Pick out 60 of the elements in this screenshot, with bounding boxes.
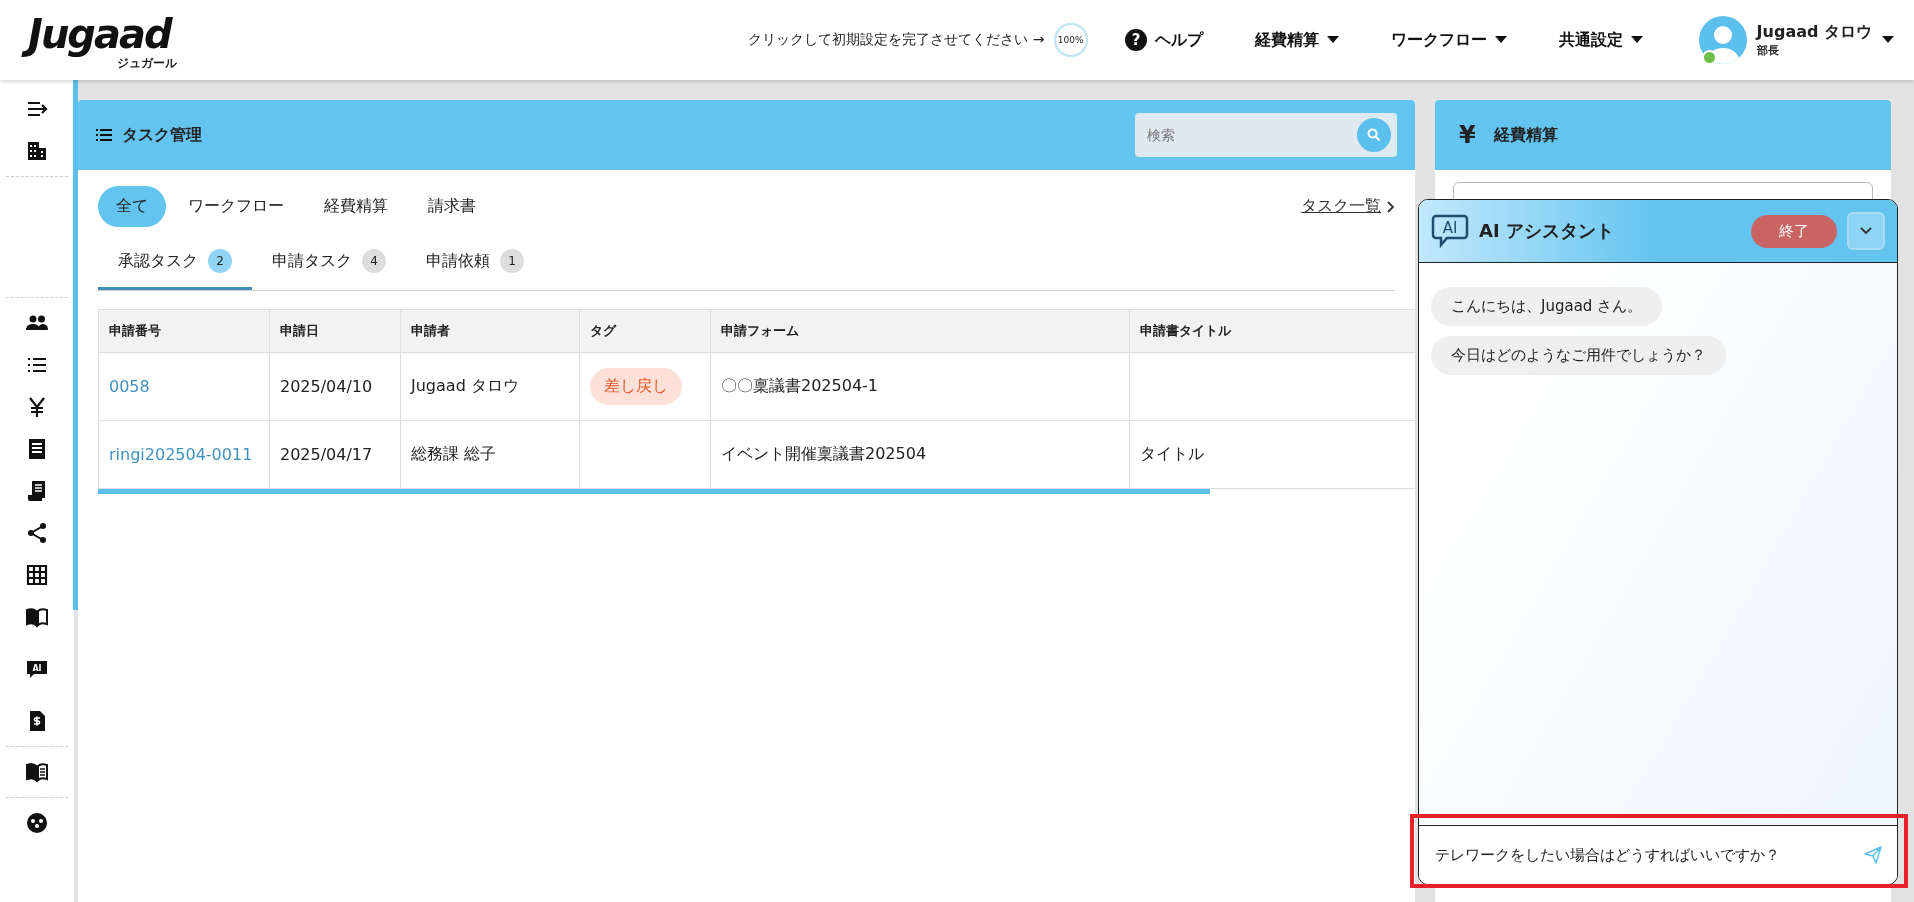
nav-menu[interactable]: 経費精算 — [1248, 28, 1345, 52]
yen-icon: ¥ — [1459, 121, 1476, 149]
nav-menu[interactable]: ワークフロー — [1384, 28, 1513, 52]
chat-title: AI アシスタント — [1479, 219, 1614, 243]
column-header: 申請書タイトル — [1129, 309, 1416, 353]
community-icon[interactable] — [25, 811, 49, 835]
task-tab[interactable]: 申請依頼 1 — [406, 237, 544, 290]
message-field[interactable]: テレワークをしたい場合はどうすればいいですか？ — [1419, 825, 1897, 884]
caret-icon — [1630, 36, 1643, 44]
table-cell: 〇〇稟議書202504-1 — [721, 376, 879, 395]
chevron-right-icon — [1387, 200, 1395, 213]
scrollbar[interactable] — [98, 489, 1210, 494]
status-tag: 差し戻し — [590, 368, 682, 405]
search-field[interactable]: 検索 — [1135, 113, 1397, 157]
logo[interactable]: Jugaad — [22, 11, 177, 56]
table-cell: タイトル — [1140, 444, 1204, 463]
search-input[interactable]: 検索 — [1145, 119, 1357, 151]
chat-message: 今日はどのようなご用件でしょうか？ — [1431, 336, 1726, 375]
column-header: 申請日 — [269, 309, 401, 353]
setup-prompt[interactable]: クリックして初期設定を完了させてください → — [748, 31, 1045, 49]
column-header: 申請番号 — [98, 309, 270, 353]
filter-tab[interactable]: 全て — [98, 186, 166, 227]
scrollbar[interactable] — [73, 80, 78, 610]
list-icon — [96, 129, 112, 141]
table-cell: イベント開催稟議書202504 — [721, 444, 927, 463]
table-cell: 2025/04/17 — [280, 445, 373, 464]
filter-tab[interactable]: 経費精算 — [306, 186, 406, 227]
task-tab[interactable]: 申請タスク 4 — [252, 237, 406, 290]
caret-icon — [1494, 36, 1507, 44]
message-input[interactable]: テレワークをしたい場合はどうすればいいですか？ — [1433, 845, 1863, 865]
share-icon[interactable] — [25, 521, 49, 545]
table-cell: 総務課 総子 — [411, 444, 497, 463]
chat-message: こんにちは、Jugaad さん。 — [1431, 287, 1663, 326]
panel-title: タスク管理 — [122, 124, 202, 146]
table-cell: Jugaad タロウ — [411, 376, 519, 395]
logo-subtitle: ジュガール — [116, 56, 177, 69]
filter-tab[interactable]: 請求書 — [410, 186, 494, 227]
book-icon[interactable] — [25, 605, 49, 629]
help-link[interactable]: ? ヘルプ — [1118, 28, 1209, 52]
building-icon[interactable] — [25, 139, 49, 163]
column-header: 申請フォーム — [710, 309, 1130, 353]
column-header: 申請者 — [400, 309, 580, 353]
user-role: 部長 — [1756, 43, 1780, 58]
caret-icon — [1326, 36, 1339, 44]
ai-chat-icon: AI — [1431, 214, 1469, 248]
application-number-link[interactable]: 0058 — [109, 377, 150, 396]
end-button[interactable]: 終了 — [1751, 214, 1837, 248]
column-header: タグ — [579, 309, 711, 353]
user-name[interactable]: Jugaad タロウ — [1756, 22, 1872, 43]
table-cell: 2025/04/10 — [280, 377, 373, 396]
task-tab[interactable]: 承認タスク 2 — [98, 237, 252, 290]
grid-icon[interactable] — [25, 563, 49, 587]
setup-progress[interactable]: 100% — [1052, 22, 1089, 58]
panel-title: 経費精算 — [1493, 124, 1558, 146]
help-icon: ? — [1124, 29, 1147, 51]
caret-icon — [1882, 36, 1894, 44]
task-list-link[interactable]: タスク一覧 — [1301, 196, 1395, 217]
nav-menu[interactable]: 共通設定 — [1552, 28, 1649, 52]
filter-tab[interactable]: ワークフロー — [170, 186, 302, 227]
manual-icon[interactable] — [25, 760, 49, 784]
